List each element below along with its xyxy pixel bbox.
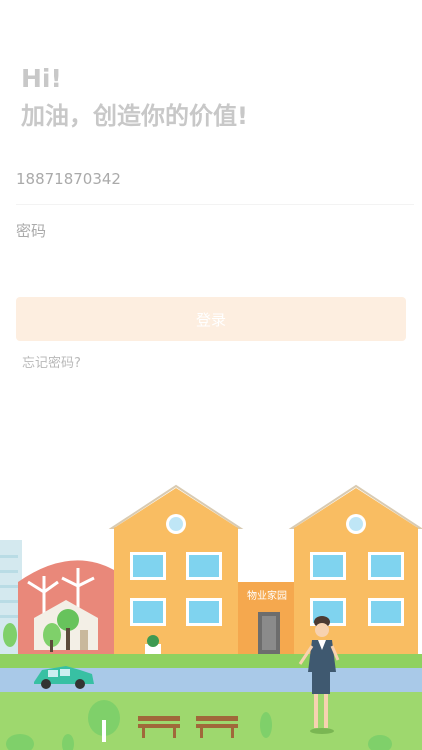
phone-field [16, 154, 414, 205]
password-input[interactable] [16, 222, 414, 240]
community-illustration: 物业家园 [0, 484, 422, 750]
greeting-subtitle: 加油，创造你的价值! [21, 102, 248, 130]
left-house [108, 484, 244, 654]
right-house [288, 484, 422, 654]
login-button[interactable]: 登录 [16, 297, 406, 341]
grass-strip [0, 654, 422, 668]
greeting-hi: Hi! [21, 64, 62, 93]
building-sign: 物业家园 [247, 589, 287, 602]
phone-input[interactable] [16, 170, 414, 188]
property-office: 物业家园 [238, 582, 296, 654]
forgot-password-link[interactable]: 忘记密码? [22, 352, 81, 371]
password-field [16, 206, 414, 256]
